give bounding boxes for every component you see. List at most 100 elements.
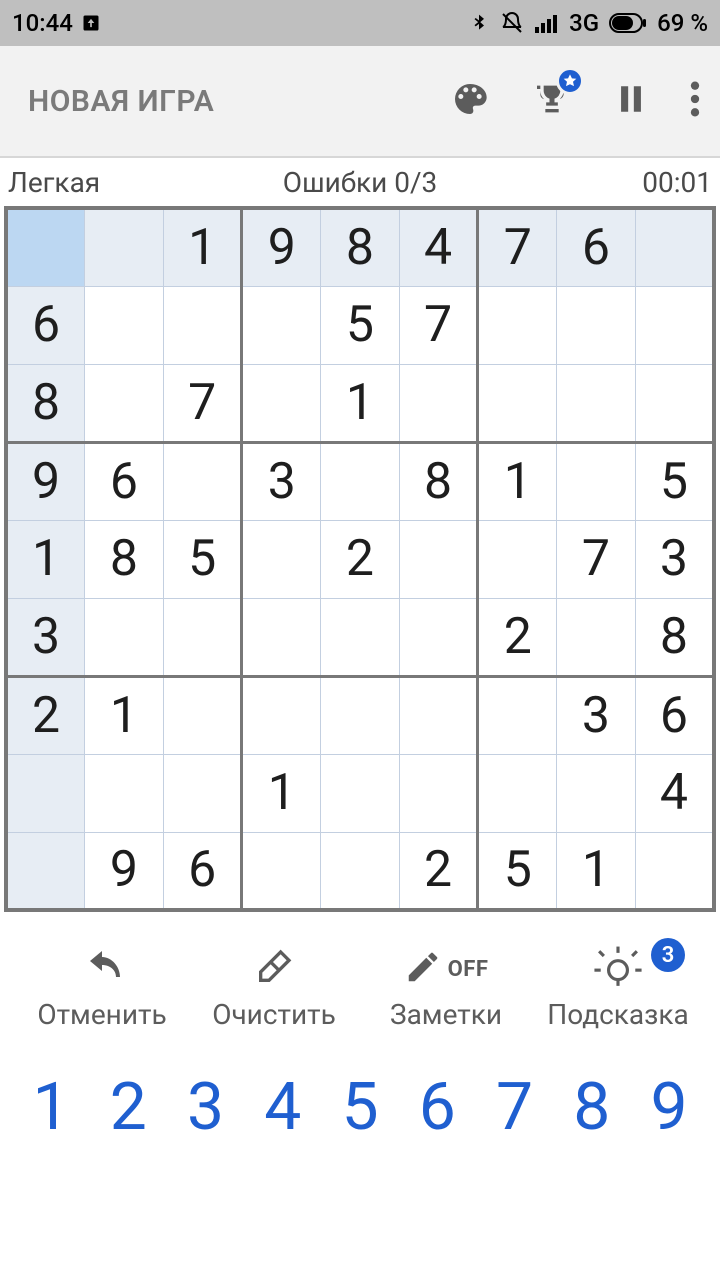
sudoku-cell[interactable]: 6: [557, 208, 636, 286]
sudoku-cell[interactable]: 8: [399, 442, 478, 520]
sudoku-cell[interactable]: [635, 364, 714, 442]
sudoku-cell[interactable]: 1: [478, 442, 557, 520]
sudoku-cell[interactable]: 7: [399, 286, 478, 364]
sudoku-cell[interactable]: 7: [557, 520, 636, 598]
sudoku-cell[interactable]: 3: [635, 520, 714, 598]
sudoku-cell[interactable]: [85, 208, 164, 286]
sudoku-cell[interactable]: [399, 754, 478, 832]
sudoku-cell[interactable]: 5: [478, 832, 557, 910]
sudoku-cell[interactable]: [163, 676, 242, 754]
sudoku-cell[interactable]: 2: [321, 520, 400, 598]
sudoku-cell[interactable]: [557, 754, 636, 832]
sudoku-cell[interactable]: 8: [85, 520, 164, 598]
sudoku-cell[interactable]: 6: [6, 286, 85, 364]
sudoku-cell[interactable]: [557, 286, 636, 364]
sudoku-cell[interactable]: [163, 286, 242, 364]
sudoku-cell[interactable]: [321, 598, 400, 676]
numpad-6[interactable]: 6: [402, 1069, 472, 1146]
sudoku-cell[interactable]: 3: [242, 442, 321, 520]
sudoku-cell[interactable]: [478, 520, 557, 598]
numpad-9[interactable]: 9: [634, 1069, 704, 1146]
sudoku-cell[interactable]: [6, 832, 85, 910]
numpad-8[interactable]: 8: [557, 1069, 627, 1146]
sudoku-cell[interactable]: 1: [557, 832, 636, 910]
sudoku-cell[interactable]: [321, 442, 400, 520]
sudoku-cell[interactable]: [557, 598, 636, 676]
sudoku-cell[interactable]: 9: [242, 208, 321, 286]
sudoku-cell[interactable]: 6: [163, 832, 242, 910]
sudoku-cell[interactable]: 2: [399, 832, 478, 910]
sudoku-cell[interactable]: 5: [635, 442, 714, 520]
sudoku-cell[interactable]: [242, 598, 321, 676]
numpad-2[interactable]: 2: [93, 1069, 163, 1146]
sudoku-cell[interactable]: 1: [163, 208, 242, 286]
new-game-button[interactable]: НОВАЯ ИГРА: [28, 84, 214, 119]
sudoku-cell[interactable]: 8: [321, 208, 400, 286]
sudoku-cell[interactable]: [635, 286, 714, 364]
sudoku-cell[interactable]: [85, 364, 164, 442]
undo-button[interactable]: Отменить: [17, 946, 187, 1031]
numpad-3[interactable]: 3: [171, 1069, 241, 1146]
sudoku-cell[interactable]: [399, 364, 478, 442]
sudoku-cell[interactable]: [478, 754, 557, 832]
sudoku-cell[interactable]: [242, 676, 321, 754]
sudoku-cell[interactable]: [85, 286, 164, 364]
sudoku-cell[interactable]: 2: [478, 598, 557, 676]
sudoku-cell[interactable]: [321, 754, 400, 832]
sudoku-cell[interactable]: [399, 598, 478, 676]
sudoku-cell[interactable]: 3: [6, 598, 85, 676]
sudoku-cell[interactable]: [557, 442, 636, 520]
sudoku-cell[interactable]: 4: [399, 208, 478, 286]
sudoku-cell[interactable]: 8: [6, 364, 85, 442]
sudoku-cell[interactable]: [635, 832, 714, 910]
sudoku-cell[interactable]: [478, 676, 557, 754]
sudoku-cell[interactable]: 1: [85, 676, 164, 754]
sudoku-cell[interactable]: [242, 832, 321, 910]
numpad-7[interactable]: 7: [480, 1069, 550, 1146]
sudoku-cell[interactable]: [85, 598, 164, 676]
notes-button[interactable]: OFF Заметки: [361, 946, 531, 1031]
sudoku-cell[interactable]: [399, 520, 478, 598]
sudoku-cell[interactable]: 6: [85, 442, 164, 520]
sudoku-cell[interactable]: [163, 442, 242, 520]
sudoku-cell[interactable]: [321, 832, 400, 910]
sudoku-cell[interactable]: [242, 364, 321, 442]
sudoku-cell[interactable]: [242, 520, 321, 598]
sudoku-cell[interactable]: 7: [478, 208, 557, 286]
sudoku-cell[interactable]: [242, 286, 321, 364]
sudoku-cell[interactable]: 7: [163, 364, 242, 442]
sudoku-cell[interactable]: 5: [321, 286, 400, 364]
sudoku-cell[interactable]: [557, 364, 636, 442]
erase-button[interactable]: Очистить: [189, 946, 359, 1031]
sudoku-cell[interactable]: [163, 598, 242, 676]
numpad-4[interactable]: 4: [248, 1069, 318, 1146]
sudoku-cell[interactable]: 1: [242, 754, 321, 832]
sudoku-cell[interactable]: [321, 676, 400, 754]
achievements-button[interactable]: [532, 79, 572, 123]
sudoku-cell[interactable]: [399, 676, 478, 754]
pause-button[interactable]: [614, 79, 648, 123]
sudoku-cell[interactable]: 5: [163, 520, 242, 598]
numpad-1[interactable]: 1: [16, 1069, 86, 1146]
sudoku-cell[interactable]: 3: [557, 676, 636, 754]
sudoku-cell[interactable]: 2: [6, 676, 85, 754]
sudoku-cell[interactable]: 8: [635, 598, 714, 676]
sudoku-board[interactable]: 19847665787196381518527332821361496251: [4, 206, 716, 912]
sudoku-cell[interactable]: 9: [85, 832, 164, 910]
overflow-menu-button[interactable]: [690, 79, 700, 123]
sudoku-cell[interactable]: [478, 286, 557, 364]
hint-button[interactable]: 3 Подсказка: [533, 946, 703, 1031]
sudoku-cell[interactable]: [635, 208, 714, 286]
sudoku-cell[interactable]: 6: [635, 676, 714, 754]
sudoku-cell[interactable]: [6, 208, 85, 286]
sudoku-cell[interactable]: 1: [6, 520, 85, 598]
sudoku-cell[interactable]: [478, 364, 557, 442]
sudoku-cell[interactable]: 9: [6, 442, 85, 520]
sudoku-cell[interactable]: [85, 754, 164, 832]
numpad-5[interactable]: 5: [325, 1069, 395, 1146]
sudoku-cell[interactable]: 1: [321, 364, 400, 442]
theme-button[interactable]: [450, 79, 490, 123]
sudoku-cell[interactable]: 4: [635, 754, 714, 832]
sudoku-cell[interactable]: [6, 754, 85, 832]
sudoku-cell[interactable]: [163, 754, 242, 832]
